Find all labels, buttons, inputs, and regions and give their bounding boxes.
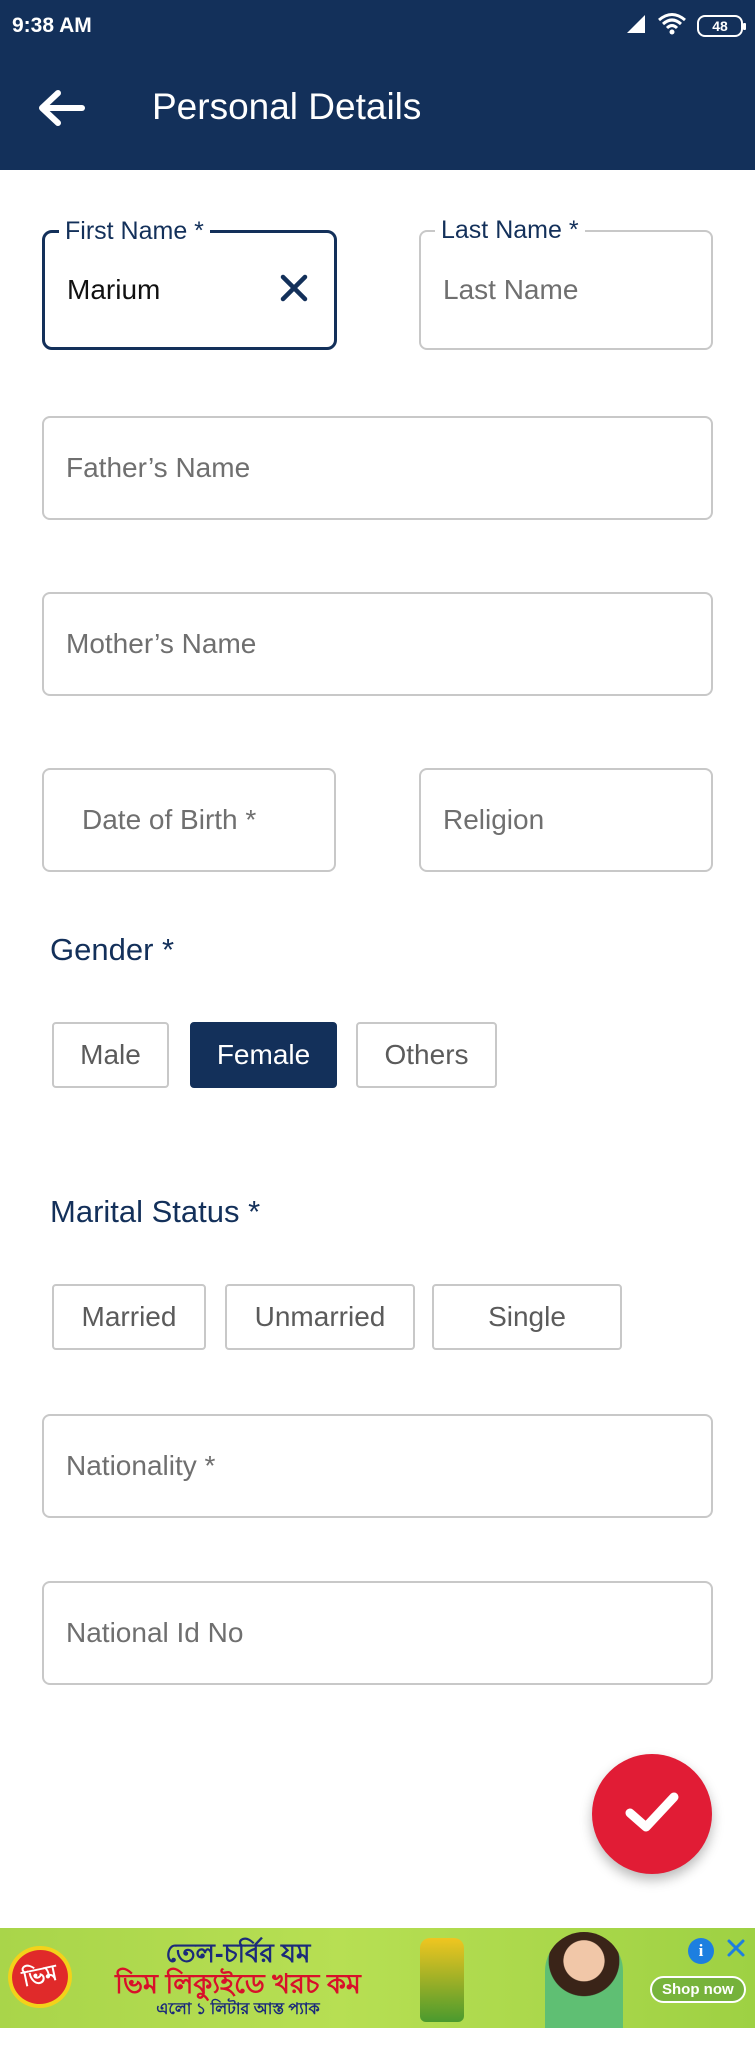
marital-option-unmarried[interactable]: Unmarried <box>225 1284 415 1350</box>
first-name-field[interactable]: First Name * Marium <box>42 216 337 350</box>
last-name-placeholder: Last Name <box>443 274 579 305</box>
arrow-left-icon <box>36 88 86 133</box>
ad-brand-logo: ভিম <box>2 1940 78 2014</box>
battery-icon: 48 <box>697 15 746 37</box>
mothers-name-field[interactable]: Mother’s Name <box>42 592 713 696</box>
submit-button[interactable] <box>592 1754 712 1874</box>
ad-line-2: ভিম লিক্যুইডে খরচ কম <box>115 1969 361 1999</box>
battery-level: 48 <box>712 18 728 34</box>
app-bar: Personal Details <box>0 52 755 170</box>
gender-label: Gender * <box>50 932 175 967</box>
gender-option-female[interactable]: Female <box>190 1022 337 1088</box>
ad-text: তেল-চর্বির যম ভিম লিক্যুইডে খরচ কম এলো ১… <box>88 1938 388 2020</box>
status-icons: 48 <box>625 12 746 41</box>
marital-status-label: Marital Status * <box>50 1194 261 1229</box>
wifi-icon <box>657 12 687 41</box>
checkmark-icon <box>622 1787 682 1842</box>
page-title: Personal Details <box>152 86 422 127</box>
marital-option-married[interactable]: Married <box>52 1284 206 1350</box>
date-of-birth-placeholder: Date of Birth * <box>82 804 257 835</box>
national-id-field[interactable]: National Id No <box>42 1581 713 1685</box>
fathers-name-placeholder: Father’s Name <box>66 452 251 483</box>
clear-first-name-button[interactable] <box>276 272 312 308</box>
close-icon <box>279 273 309 308</box>
status-time: 9:38 AM <box>12 14 92 37</box>
marital-option-single[interactable]: Single <box>432 1284 622 1350</box>
first-name-value: Marium <box>67 274 161 305</box>
status-bar: 9:38 AM 48 <box>0 0 755 52</box>
fathers-name-field[interactable]: Father’s Name <box>42 416 713 520</box>
religion-placeholder: Religion <box>443 804 545 835</box>
mothers-name-placeholder: Mother’s Name <box>66 628 257 659</box>
ad-shop-now-button[interactable]: Shop now <box>650 1976 746 2003</box>
close-icon <box>726 1938 746 1963</box>
nationality-placeholder: Nationality * <box>66 1450 216 1481</box>
date-of-birth-field[interactable]: Date of Birth * <box>42 768 336 872</box>
ad-line-3: এলো ১ লিটার আস্ত প্যাক <box>156 2001 320 2018</box>
signal-icon <box>625 13 647 40</box>
info-icon[interactable]: i <box>688 1938 714 1964</box>
back-button[interactable] <box>26 82 96 138</box>
nationality-field[interactable]: Nationality * <box>42 1414 713 1518</box>
national-id-placeholder: National Id No <box>66 1617 244 1648</box>
ad-line-1: তেল-চর্বির যম <box>165 1938 311 1968</box>
ad-banner[interactable]: ভিম তেল-চর্বির যম ভিম লিক্যুইডে খরচ কম এ… <box>0 1928 755 2028</box>
ad-product-image <box>420 1938 464 2022</box>
religion-field[interactable]: Religion <box>419 768 713 872</box>
gender-option-male[interactable]: Male <box>52 1022 169 1088</box>
ad-close-button[interactable] <box>722 1936 750 1964</box>
gender-option-others[interactable]: Others <box>356 1022 497 1088</box>
last-name-field[interactable]: Last Name * Last Name <box>419 215 713 350</box>
ad-model-image <box>545 1932 623 2028</box>
